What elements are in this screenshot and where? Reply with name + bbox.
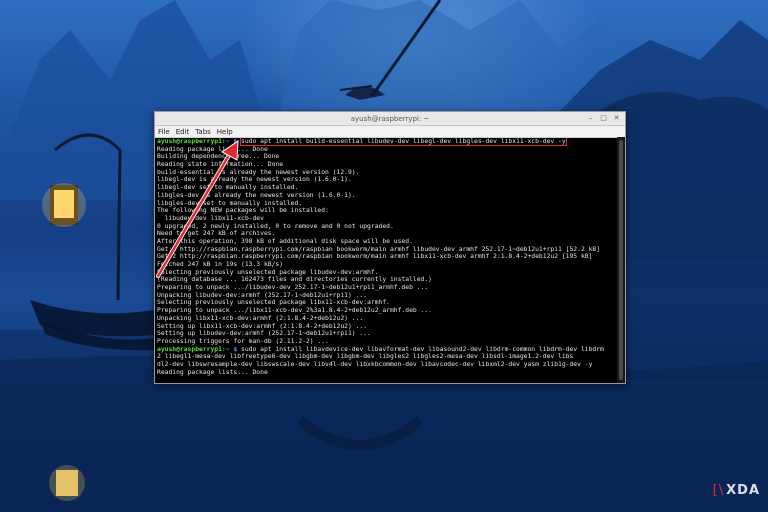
xda-logo-mark: [\ — [712, 483, 725, 498]
xda-logo-text: XDA — [726, 483, 760, 498]
annotation-arrow-icon — [155, 140, 239, 279]
xda-logo: [\ XDA — [713, 483, 760, 498]
